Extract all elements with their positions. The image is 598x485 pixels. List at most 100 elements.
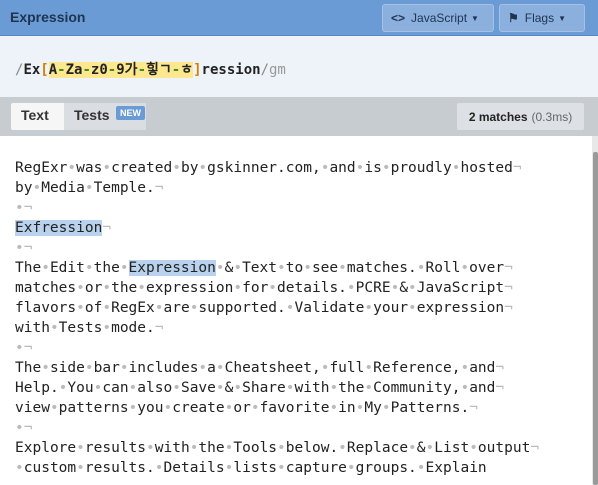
- char-set-close-bracket: ]: [193, 62, 202, 78]
- whitespace-marker: •: [277, 440, 286, 456]
- whitespace-marker: •: [102, 160, 112, 176]
- whitespace-marker: •: [460, 380, 470, 396]
- tab-text[interactable]: Text: [11, 103, 64, 130]
- whitespace-marker: •: [32, 180, 42, 196]
- whitespace-marker: •: [224, 440, 234, 456]
- line-end-marker: ¬: [495, 360, 505, 376]
- whitespace-marker: •: [346, 280, 356, 296]
- text-line: •¬: [15, 338, 32, 358]
- expression-suffix: ression: [201, 62, 261, 78]
- match-count-badge: 2 matches (0.3ms): [457, 103, 584, 130]
- whitespace-marker: •: [76, 300, 85, 316]
- whitespace-marker: •: [76, 460, 85, 476]
- whitespace-marker: •: [277, 260, 286, 276]
- new-badge: NEW: [116, 106, 145, 120]
- whitespace-marker: •: [338, 440, 347, 456]
- text-line: •¬: [15, 238, 32, 258]
- whitespace-marker: •: [408, 300, 417, 316]
- expression-flags[interactable]: gm: [269, 62, 286, 78]
- whitespace-marker: •: [355, 400, 365, 416]
- text-line: •¬: [15, 418, 32, 438]
- text-line: matches•or•the•expression•for•details.•P…: [15, 278, 513, 298]
- whitespace-marker: •: [163, 400, 173, 416]
- whitespace-marker: •: [215, 260, 225, 276]
- set-char: 힣: [146, 62, 159, 78]
- set-char: 0: [99, 62, 108, 78]
- whitespace-marker: •: [84, 180, 94, 196]
- flags-dropdown-button[interactable]: ⚑ Flags ▼: [499, 4, 585, 32]
- text-line: The•Edit•the•Expression•&•Text•to•see•ma…: [15, 258, 513, 278]
- whitespace-marker: •: [215, 380, 225, 396]
- text-segment: by•Media•Temple.: [15, 180, 155, 196]
- line-end-marker: •¬: [15, 420, 33, 436]
- char-set: A-Za-z0-9가-힣ㄱ-ㅎ: [48, 62, 194, 78]
- set-char: ㄱ: [158, 62, 172, 78]
- text-line: The•side•bar•includes•a•Cheatsheet,•full…: [15, 358, 504, 378]
- language-label: JavaScript: [411, 11, 468, 25]
- line-end-marker: ¬: [504, 260, 513, 276]
- whitespace-marker: •: [102, 320, 112, 336]
- whitespace-marker: •: [154, 460, 164, 476]
- set-char: 가: [124, 62, 138, 78]
- text-line: Help.•You•can•also•Save•&•Share•with•the…: [15, 378, 504, 398]
- whitespace-marker: •: [451, 160, 461, 176]
- whitespace-marker: •: [346, 460, 356, 476]
- match-highlight[interactable]: Exfression: [15, 220, 103, 236]
- whitespace-marker: •: [93, 380, 103, 396]
- whitespace-marker: •: [469, 440, 478, 456]
- language-dropdown-button[interactable]: <> JavaScript ▼: [382, 4, 494, 32]
- set-char: ㅎ: [180, 62, 194, 78]
- whitespace-marker: •: [224, 400, 234, 416]
- whitespace-marker: •: [285, 380, 295, 396]
- whitespace-marker: •: [137, 280, 147, 296]
- text-segment: flavors•of•RegEx•are•supported.•Validate…: [15, 300, 505, 316]
- whitespace-marker: •: [41, 260, 50, 276]
- whitespace-marker: •: [320, 160, 330, 176]
- whitespace-marker: •: [285, 300, 295, 316]
- whitespace-marker: •: [233, 380, 243, 396]
- whitespace-marker: •: [154, 300, 164, 316]
- range-dash: -: [107, 62, 117, 78]
- whitespace-marker: •: [381, 400, 391, 416]
- set-char: 9: [116, 62, 125, 78]
- text-segment: with•Tests•mode.: [15, 320, 155, 336]
- whitespace-marker: •: [460, 260, 470, 276]
- line-end-marker: ¬: [154, 320, 164, 336]
- whitespace-marker: •: [41, 360, 50, 376]
- text-editor[interactable]: RegExr•was•created•by•gskinner.com,•and•…: [0, 136, 592, 485]
- whitespace-marker: •: [128, 400, 138, 416]
- whitespace-marker: •: [198, 360, 208, 376]
- whitespace-marker: •: [425, 440, 435, 456]
- scrollbar-thumb[interactable]: [593, 152, 598, 485]
- caret-down-icon: ▼: [558, 13, 567, 23]
- whitespace-marker: •: [15, 460, 24, 476]
- whitespace-marker: •: [381, 160, 391, 176]
- match-highlight[interactable]: Expression: [128, 260, 216, 276]
- line-end-marker: ¬: [102, 220, 112, 236]
- whitespace-marker: •: [329, 400, 339, 416]
- line-end-marker: ¬: [495, 380, 505, 396]
- whitespace-marker: •: [355, 160, 365, 176]
- whitespace-marker: •: [303, 260, 312, 276]
- text-segment: matches•or•the•expression•for•details.•P…: [15, 280, 505, 296]
- line-end-marker: ¬: [512, 160, 522, 176]
- expression-close-slash: /: [260, 62, 269, 78]
- text-line: flavors•of•RegEx•are•supported.•Validate…: [15, 298, 513, 318]
- whitespace-marker: •: [268, 280, 278, 296]
- editor-header: Expression <> JavaScript ▼ ⚑ Flags ▼: [0, 0, 598, 36]
- expression-input[interactable]: /Ex[A-Za-z0-9가-힣ㄱ-ㅎ]ression/gm: [15, 59, 286, 79]
- whitespace-marker: •: [189, 300, 199, 316]
- whitespace-marker: •: [338, 260, 347, 276]
- text-line: view•patterns•you•create•or•favorite•in•…: [15, 398, 478, 418]
- whitespace-marker: •: [233, 280, 243, 296]
- line-end-marker: ¬: [504, 280, 513, 296]
- expression-editor[interactable]: /Ex[A-Za-z0-9가-힣ㄱ-ㅎ]ression/gm: [0, 36, 598, 97]
- line-end-marker: •¬: [15, 240, 33, 256]
- text-segment: •&•Text•to•see•matches.•Roll•over: [215, 260, 505, 276]
- whitespace-marker: •: [215, 360, 225, 376]
- range-dash: -: [137, 62, 146, 78]
- range-dash: -: [57, 62, 66, 78]
- text-line: by•Media•Temple.¬: [15, 178, 163, 198]
- line-end-marker: ¬: [530, 440, 540, 456]
- range-dash: -: [171, 62, 181, 78]
